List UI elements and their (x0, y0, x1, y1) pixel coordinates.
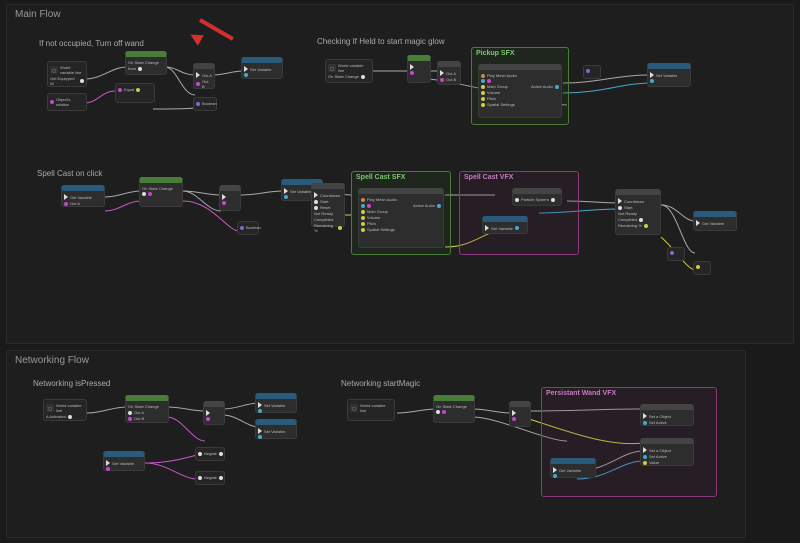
node-state-change-2[interactable] (407, 55, 431, 83)
networking-flow-title: Networking Flow (7, 351, 745, 370)
node-set-var-2[interactable]: Set Variable (647, 63, 691, 87)
node-boolean-2[interactable]: Boolean (237, 221, 259, 235)
node-play-audio-2[interactable]: Play Mesh Audio Active Audio Main Group … (358, 188, 444, 248)
node-split-4[interactable] (509, 401, 531, 427)
doc-icon: ▢ (350, 404, 358, 412)
node-split-3[interactable] (203, 401, 225, 425)
node-set-active-1[interactable]: Set a Object Set Active (640, 404, 694, 426)
node-world-variable-2[interactable]: ▢World variable line On State Change (325, 59, 373, 83)
networking-flow-section: Networking Flow Networking isPressed Net… (6, 350, 746, 538)
node-bool-end[interactable] (667, 247, 685, 261)
group-persistent-wand-title: Persistant Wand VFX (546, 390, 616, 397)
comment-turn-off: If not occupied, Turn off wand (39, 39, 144, 48)
node-get-var-1[interactable]: Get Variable Out A (61, 185, 105, 207)
comment-spell-cast: Spell Cast on click (37, 169, 102, 178)
node-equal-1[interactable]: Equal (115, 83, 155, 103)
doc-icon: ▢ (50, 66, 58, 74)
node-get-var-end[interactable]: Get Variable (693, 211, 737, 231)
node-get-var-np[interactable]: Get Variable (103, 451, 145, 471)
group-spell-vfx-title: Spell Cast VFX (464, 174, 513, 181)
node-state-change-3[interactable]: On State Change (139, 177, 183, 207)
node-split-1[interactable]: Out A Out B (193, 63, 215, 89)
node-state-change-5[interactable]: On State Change (433, 395, 475, 423)
node-play-audio-1[interactable]: Play Mesh Audio Main GroupActive Audio V… (478, 64, 562, 118)
node-split-2[interactable] (219, 185, 241, 211)
group-spell-vfx: Spell Cast VFX Particle System Get Varia… (459, 171, 579, 255)
doc-icon: ▢ (328, 64, 336, 72)
group-pickup-sfx-title: Pickup SFX (476, 50, 515, 57)
node-branch-1[interactable]: Out A Out B (437, 61, 461, 85)
comment-net-start: Networking startMagic (341, 379, 420, 388)
node-countdown-2[interactable]: Countdown Start Not Ready Completed Rema… (615, 189, 661, 235)
node-set-var-np1[interactable]: Set Variable (255, 393, 297, 413)
node-get-var-2[interactable]: Get Variable (482, 216, 528, 234)
group-spell-sfx: Spell Cast SFX Play Mesh Audio Active Au… (351, 171, 451, 255)
node-set-active-2[interactable]: Set a Object Set Active Value (640, 438, 694, 466)
node-particle-1[interactable]: Particle System (512, 188, 562, 206)
node-state-change-4[interactable]: On State Change Out A Out B (125, 395, 169, 423)
group-persistent-wand: Persistant Wand VFX Set a Object Set Act… (541, 387, 717, 497)
comment-net-pressed: Networking isPressed (33, 379, 110, 388)
node-negate-1[interactable]: Negate (195, 447, 225, 461)
node-set-var-1[interactable]: Set Variable (241, 57, 283, 79)
node-object-relative[interactable]: Object's relative (47, 93, 87, 111)
node-world-var-nm[interactable]: ▢World variable line (347, 399, 395, 421)
comment-checking-held: Checking If Held to start magic glow (317, 37, 445, 46)
node-set-var-np2[interactable]: Set Variable (255, 419, 297, 439)
main-flow-section: Main Flow If not occupied, Turn off wand… (6, 4, 794, 344)
node-bool-pickup[interactable] (583, 65, 601, 79)
node-state-change-1[interactable]: On State Change from (125, 51, 167, 75)
node-bool-end-2[interactable] (693, 261, 711, 275)
node-get-var-nm[interactable]: Get Variable (550, 458, 596, 478)
group-spell-sfx-title: Spell Cast SFX (356, 174, 405, 181)
node-boolean-1[interactable]: Boolean (193, 97, 217, 111)
group-pickup-sfx: Pickup SFX Play Mesh Audio Main GroupAct… (471, 47, 569, 125)
doc-icon: ▢ (46, 404, 54, 412)
node-negate-2[interactable]: Negate (195, 471, 225, 485)
node-countdown-1[interactable]: Countdown Start Reset Not Ready Complete… (311, 183, 345, 227)
node-activated[interactable]: ▢World variable line A Activated (43, 399, 87, 421)
main-flow-title: Main Flow (7, 5, 793, 24)
node-world-variable[interactable]: ▢World variable line Get Equipped W (47, 61, 87, 87)
